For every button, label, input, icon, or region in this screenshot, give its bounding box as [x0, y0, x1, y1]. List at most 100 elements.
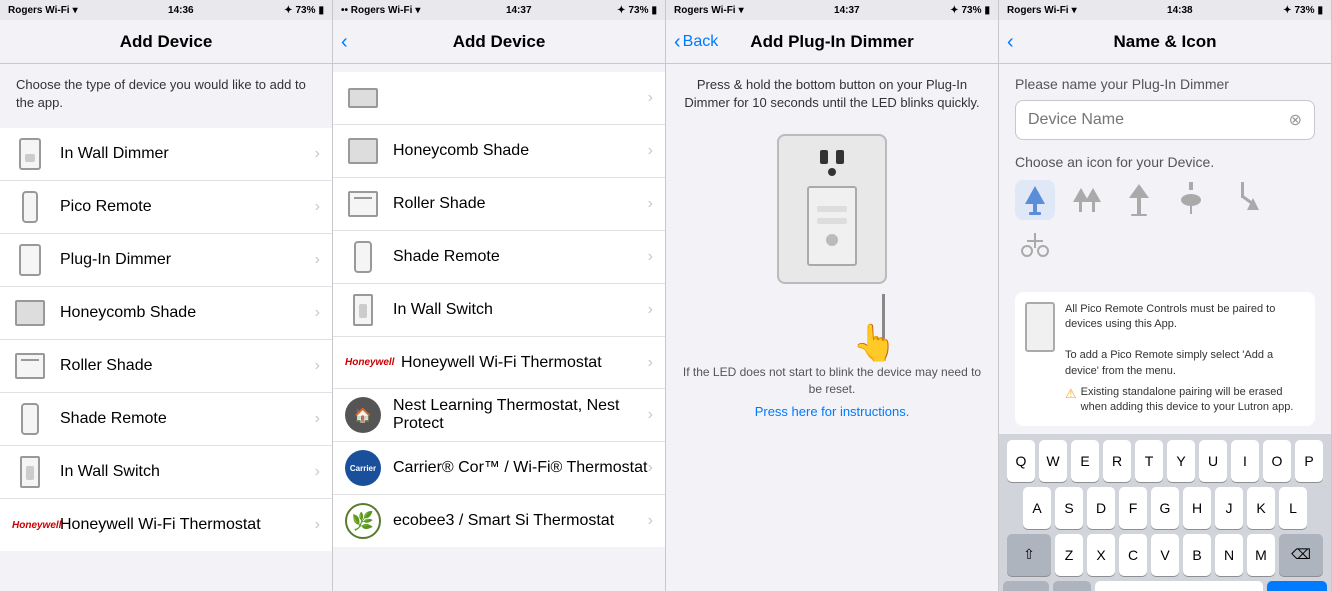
- key-l[interactable]: L: [1279, 487, 1307, 529]
- roller-shade-icon: [12, 348, 48, 384]
- key-done[interactable]: Done: [1267, 581, 1327, 591]
- list-item-honeywell[interactable]: Honeywell Honeywell Wi-Fi Thermostat ›: [0, 499, 332, 551]
- nest-icon: 🏠: [345, 397, 381, 433]
- key-w[interactable]: W: [1039, 440, 1067, 482]
- wifi-icon-4: ▾: [1072, 5, 1077, 16]
- key-n[interactable]: N: [1215, 534, 1243, 576]
- list-item-shade-remote2[interactable]: Shade Remote ›: [333, 231, 665, 284]
- icon-lamp-cluster[interactable]: [1067, 180, 1107, 220]
- key-v[interactable]: V: [1151, 534, 1179, 576]
- key-e[interactable]: E: [1071, 440, 1099, 482]
- bt-icon-4: ✦: [1283, 5, 1291, 16]
- key-p[interactable]: P: [1295, 440, 1323, 482]
- key-r[interactable]: R: [1103, 440, 1131, 482]
- screen-3: Rogers Wi-Fi ▾ 14:37 ✦ 73%▮ ‹ Back Add P…: [666, 0, 999, 591]
- keyboard: Q W E R T Y U I O P A S D F G H J K L: [999, 434, 1331, 591]
- clear-input-button[interactable]: ⊗: [1289, 110, 1302, 130]
- battery-2: 73%: [628, 5, 648, 16]
- key-k[interactable]: K: [1247, 487, 1275, 529]
- list-item-roller-shade2[interactable]: Roller Shade ›: [333, 178, 665, 231]
- key-shift[interactable]: ⇧: [1007, 534, 1051, 576]
- key-z[interactable]: Z: [1055, 534, 1083, 576]
- branch-lamp-svg: [1017, 233, 1053, 263]
- wifi-icon-2: ▾: [415, 5, 420, 16]
- icon-lamp-blue[interactable]: [1015, 180, 1055, 220]
- outlet-hole-left: [820, 150, 828, 164]
- list-item-plug-in-dimmer[interactable]: Plug-In Dimmer ›: [0, 234, 332, 287]
- instructions-link[interactable]: Press here for instructions.: [755, 404, 910, 419]
- dimmer-plug: [807, 186, 857, 266]
- key-123[interactable]: 123: [1003, 581, 1049, 591]
- list-item-nest[interactable]: 🏠 Nest Learning Thermostat, Nest Protect…: [333, 389, 665, 442]
- status-bar-3: Rogers Wi-Fi ▾ 14:37 ✦ 73%▮: [666, 0, 998, 20]
- key-i[interactable]: I: [1231, 440, 1259, 482]
- icon-ceiling-lamp[interactable]: [1171, 180, 1211, 220]
- keyboard-row-1: Q W E R T Y U I O P: [1003, 440, 1327, 482]
- screen-2: •• Rogers Wi-Fi ▾ 14:37 ✦ 73%▮ ‹ Add Dev…: [333, 0, 666, 591]
- key-o[interactable]: O: [1263, 440, 1291, 482]
- list-item-in-wall-switch[interactable]: In Wall Switch ›: [0, 446, 332, 499]
- key-y[interactable]: Y: [1167, 440, 1195, 482]
- device-name-input[interactable]: [1028, 111, 1289, 129]
- icon-floor-lamp[interactable]: [1119, 180, 1159, 220]
- keyboard-row-2: A S D F G H J K L: [1003, 487, 1327, 529]
- chevron-icon: ›: [648, 89, 653, 107]
- key-q[interactable]: Q: [1007, 440, 1035, 482]
- list-item-in-wall-dimmer[interactable]: In Wall Dimmer ›: [0, 128, 332, 181]
- key-u[interactable]: U: [1199, 440, 1227, 482]
- key-mic[interactable]: 🎤: [1053, 581, 1091, 591]
- chevron-icon: ›: [648, 248, 653, 266]
- key-b[interactable]: B: [1183, 534, 1211, 576]
- lamp-cluster-svg: [1069, 182, 1105, 218]
- chevron-icon: ›: [315, 410, 320, 428]
- nav-title-2: Add Device: [453, 32, 546, 52]
- pico-line1: All Pico Remote Controls must be paired …: [1065, 303, 1275, 330]
- list-item-carrier[interactable]: Carrier Carrier® Cor™ / Wi-Fi® Thermosta…: [333, 442, 665, 495]
- list-item-roller-shade[interactable]: Roller Shade ›: [0, 340, 332, 393]
- key-m[interactable]: M: [1247, 534, 1275, 576]
- battery-1: 73%: [295, 5, 315, 16]
- pico-device-image: [1025, 302, 1055, 352]
- key-j[interactable]: J: [1215, 487, 1243, 529]
- back-button-4[interactable]: ‹: [1007, 32, 1014, 52]
- warning-row: ⚠ Existing standalone pairing will be er…: [1065, 385, 1305, 416]
- bt-icon-2: ✦: [617, 5, 625, 16]
- key-backspace[interactable]: ⌫: [1279, 534, 1323, 576]
- list-item-pico-remote[interactable]: Pico Remote ›: [0, 181, 332, 234]
- key-t[interactable]: T: [1135, 440, 1163, 482]
- key-g[interactable]: G: [1151, 487, 1179, 529]
- key-h[interactable]: H: [1183, 487, 1211, 529]
- partial-icon: [345, 80, 381, 116]
- keyboard-row-3: ⇧ Z X C V B N M ⌫: [1003, 534, 1327, 576]
- honeywell-brand-logo: Honeywell: [12, 520, 48, 531]
- key-x[interactable]: X: [1087, 534, 1115, 576]
- key-a[interactable]: A: [1023, 487, 1051, 529]
- key-space[interactable]: space: [1095, 581, 1263, 591]
- back-button-2[interactable]: ‹: [341, 32, 348, 52]
- lamp-blue-svg: [1019, 182, 1051, 218]
- status-left-4: Rogers Wi-Fi ▾: [1007, 5, 1077, 16]
- key-c[interactable]: C: [1119, 534, 1147, 576]
- bt-icon-3: ✦: [950, 5, 958, 16]
- shade-remote-icon: [12, 401, 48, 437]
- honeycomb-shade-label-2: Honeycomb Shade: [393, 142, 648, 160]
- list-item-honeycomb2[interactable]: Honeycomb Shade ›: [333, 125, 665, 178]
- list-item-ecobee[interactable]: 🌿 ecobee3 / Smart Si Thermostat ›: [333, 495, 665, 547]
- nav-bar-2: ‹ Add Device: [333, 20, 665, 64]
- icon-arm-lamp[interactable]: [1223, 180, 1263, 220]
- list-item-shade-remote[interactable]: Shade Remote ›: [0, 393, 332, 446]
- back-button-3[interactable]: ‹ Back: [674, 32, 718, 52]
- icon-branch-lamp[interactable]: [1015, 228, 1055, 268]
- list-item-in-wall-switch2[interactable]: In Wall Switch ›: [333, 284, 665, 337]
- list-item-honeywell2[interactable]: Honeywell Honeywell Wi-Fi Thermostat ›: [333, 337, 665, 389]
- keyboard-row-4: 123 🎤 space Done: [1003, 581, 1327, 591]
- honeycomb-shade-icon: [12, 295, 48, 331]
- key-f[interactable]: F: [1119, 487, 1147, 529]
- key-s[interactable]: S: [1055, 487, 1083, 529]
- list-item-top-partial[interactable]: ›: [333, 72, 665, 125]
- list-item-honeycomb-shade[interactable]: Honeycomb Shade ›: [0, 287, 332, 340]
- honeycomb-shade-icon-2: [345, 133, 381, 169]
- key-d[interactable]: D: [1087, 487, 1115, 529]
- pico-notice-text: All Pico Remote Controls must be paired …: [1065, 302, 1305, 416]
- name-label: Please name your Plug-In Dimmer: [1015, 76, 1315, 92]
